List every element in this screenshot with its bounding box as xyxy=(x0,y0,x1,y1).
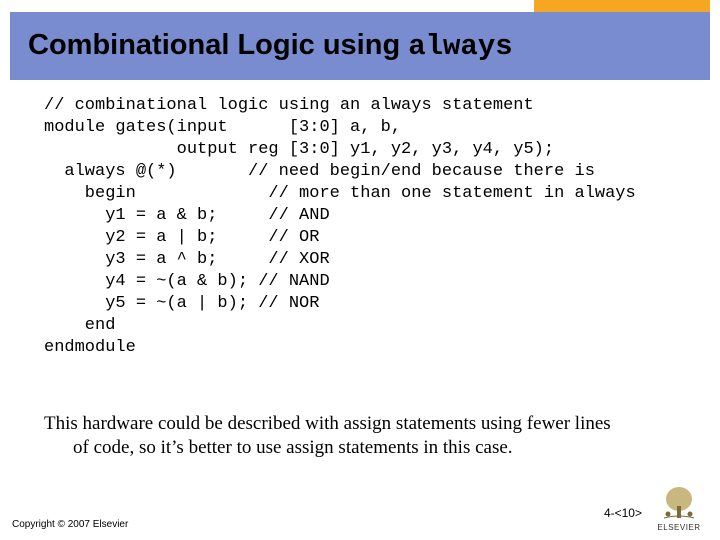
title-plain: Combinational Logic using xyxy=(28,29,408,61)
code-block: // combinational logic using an always s… xyxy=(44,95,700,359)
slide-title: Combinational Logic using always xyxy=(28,29,513,63)
publisher-logo: ELSEVIER xyxy=(650,484,708,532)
page-number: 4-<10> xyxy=(604,506,642,520)
copyright: Copyright © 2007 Elsevier xyxy=(12,519,128,530)
publisher-name: ELSEVIER xyxy=(650,523,708,532)
slide: Combinational Logic using always // comb… xyxy=(0,0,720,540)
title-band: Combinational Logic using always xyxy=(10,12,710,80)
title-keyword: always xyxy=(408,30,512,63)
footer: Copyright © 2007 Elsevier xyxy=(12,519,708,530)
accent-bar xyxy=(534,0,710,12)
tree-icon xyxy=(659,484,699,522)
note-text: This hardware could be described with as… xyxy=(44,412,630,460)
